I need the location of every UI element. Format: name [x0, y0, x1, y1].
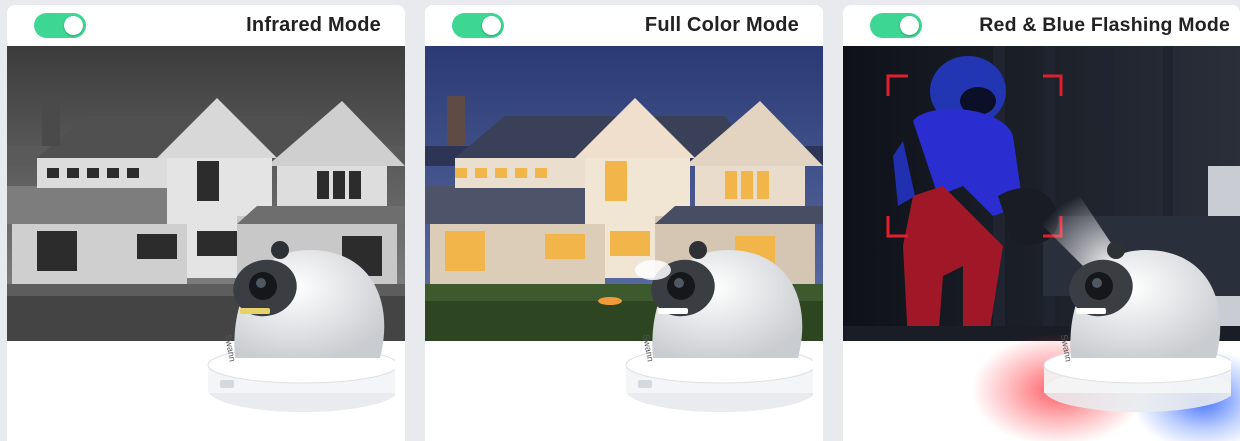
security-camera-icon: Swann [207, 241, 395, 412]
full-color-mode-toggle[interactable] [452, 13, 504, 38]
security-camera-icon: Swann [1043, 241, 1231, 412]
card-header: Infrared Mode [7, 5, 405, 45]
mode-card-full-color: Full Color Mode Swann [425, 5, 823, 441]
toggle-knob [482, 16, 501, 35]
mode-card-infrared: Infrared Mode Swann [7, 5, 405, 441]
toggle-knob [900, 16, 919, 35]
security-camera-icon: Swann [625, 241, 813, 412]
card-title: Red & Blue Flashing Mode [979, 14, 1230, 36]
card-title: Infrared Mode [246, 14, 381, 36]
card-title: Full Color Mode [644, 14, 799, 36]
toggle-knob [64, 16, 83, 35]
mode-card-red-blue-flashing: Red & Blue Flashing Mode Swann [843, 5, 1240, 441]
red-blue-flashing-mode-toggle[interactable] [870, 13, 922, 38]
card-header: Red & Blue Flashing Mode [843, 5, 1240, 45]
infrared-mode-toggle[interactable] [34, 13, 86, 38]
card-header: Full Color Mode [425, 5, 823, 45]
